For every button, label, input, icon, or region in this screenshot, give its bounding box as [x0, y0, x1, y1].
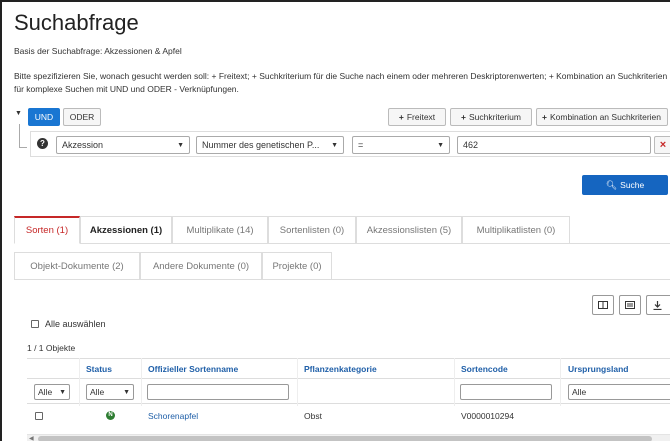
search-button[interactable]: 🔍︎ Suche — [582, 175, 668, 195]
help-icon[interactable]: ? — [37, 138, 48, 149]
filter-select-status[interactable]: Alle ▼ — [86, 384, 134, 400]
tab-akzessionen[interactable]: Akzessionen (1) — [80, 216, 172, 244]
filter-select-checkbox[interactable]: Alle ▼ — [34, 384, 70, 400]
criterion-descriptor-select[interactable]: Nummer des genetischen P... ▼ — [196, 136, 344, 154]
header-ursprungsland[interactable]: Ursprungsland — [568, 364, 628, 374]
row-sortenname-link[interactable]: Schorenapfel — [148, 411, 198, 421]
col-divider — [141, 358, 142, 406]
add-suchkriterium-button[interactable]: + Suchkriterium — [450, 108, 532, 126]
tab-multiplikate[interactable]: Multiplikate (14) — [172, 216, 268, 244]
status-ok-icon: N — [106, 411, 115, 420]
add-freitext-label: Freitext — [406, 112, 436, 122]
filter-value: Alle — [90, 387, 105, 397]
add-kombination-label: Kombination an Suchkriterien — [549, 112, 662, 122]
tab-objekt-dokumente[interactable]: Objekt-Dokumente (2) — [14, 252, 140, 280]
filter-input-sortenname[interactable] — [147, 384, 289, 400]
tab-akzessionslisten[interactable]: Akzessionslisten (5) — [356, 216, 462, 244]
criterion-operator-select[interactable]: = ▼ — [352, 136, 450, 154]
row-checkbox[interactable] — [35, 412, 43, 420]
query-description: Bitte spezifizieren Sie, wonach gesucht … — [14, 71, 668, 94]
tab-sorten[interactable]: Sorten (1) — [14, 216, 80, 244]
result-count: 1 / 1 Objekte — [27, 343, 76, 353]
criterion-operator-value: = — [358, 140, 364, 150]
logic-bracket — [19, 124, 27, 148]
plus-icon: + — [398, 112, 404, 122]
header-status[interactable]: Status — [86, 364, 112, 374]
chevron-down-icon: ▼ — [331, 141, 338, 149]
criterion-field-select[interactable]: Akzession ▼ — [56, 136, 190, 154]
oder-button[interactable]: ODER — [63, 108, 101, 126]
chevron-down-icon: ▼ — [177, 141, 184, 149]
col-divider — [560, 358, 561, 406]
criterion-descriptor-value: Nummer des genetischen P... — [202, 140, 320, 150]
query-basis: Basis der Suchabfrage: Akzessionen & Apf… — [14, 46, 182, 56]
tab-andere-dokumente[interactable]: Andere Dokumente (0) — [140, 252, 262, 280]
add-suchkriterium-label: Suchkriterium — [469, 112, 521, 122]
tab-sortenlisten[interactable]: Sortenlisten (0) — [268, 216, 356, 244]
header-pflanzenkategorie[interactable]: Pflanzenkategorie — [304, 364, 377, 374]
chevron-down-icon: ▼ — [59, 388, 66, 396]
header-sortenname[interactable]: Offizieller Sortenname — [148, 364, 238, 374]
header-sortencode[interactable]: Sortencode — [461, 364, 508, 374]
list-view-icon[interactable] — [619, 295, 641, 315]
add-freitext-button[interactable]: + Freitext — [388, 108, 446, 126]
page-title: Suchabfrage — [14, 10, 139, 35]
table-filter-row — [27, 403, 670, 404]
remove-criterion-button[interactable]: × — [654, 136, 670, 154]
tabs-baseline-2 — [14, 279, 670, 280]
tab-projekte[interactable]: Projekte (0) — [262, 252, 332, 280]
filter-input-sortencode[interactable] — [460, 384, 552, 400]
criterion-field-value: Akzession — [62, 140, 104, 150]
chevron-down-icon: ▼ — [437, 141, 444, 149]
scrollbar-thumb[interactable] — [38, 436, 652, 441]
search-icon: 🔍︎ — [605, 179, 618, 190]
row-sortencode: V0000010294 — [461, 411, 514, 421]
search-button-label: Suche — [620, 180, 645, 190]
table-header-row — [27, 378, 670, 379]
collapse-caret-icon[interactable]: ▼ — [15, 110, 22, 117]
col-divider — [79, 358, 80, 406]
tab-multiplikatlisten[interactable]: Multiplikatlisten (0) — [462, 216, 570, 244]
filter-input-ursprungsland[interactable]: Alle — [568, 384, 670, 400]
criterion-value-input[interactable]: 462 — [457, 136, 651, 154]
select-all-label: Alle auswählen — [45, 319, 106, 329]
download-icon[interactable] — [646, 295, 670, 315]
select-all-checkbox[interactable] — [31, 320, 39, 328]
filter-value: Alle — [38, 387, 53, 397]
row-pflanzenkategorie: Obst — [304, 411, 322, 421]
plus-icon: + — [461, 112, 466, 122]
col-divider — [297, 358, 298, 406]
chevron-down-icon: ▼ — [123, 388, 130, 396]
col-divider — [454, 358, 455, 406]
add-kombination-button[interactable]: + Kombination an Suchkriterien — [536, 108, 668, 126]
scroll-left-icon[interactable]: ◀ — [29, 435, 34, 441]
und-button[interactable]: UND — [28, 108, 60, 126]
columns-icon[interactable] — [592, 295, 614, 315]
plus-icon: + — [542, 112, 547, 122]
